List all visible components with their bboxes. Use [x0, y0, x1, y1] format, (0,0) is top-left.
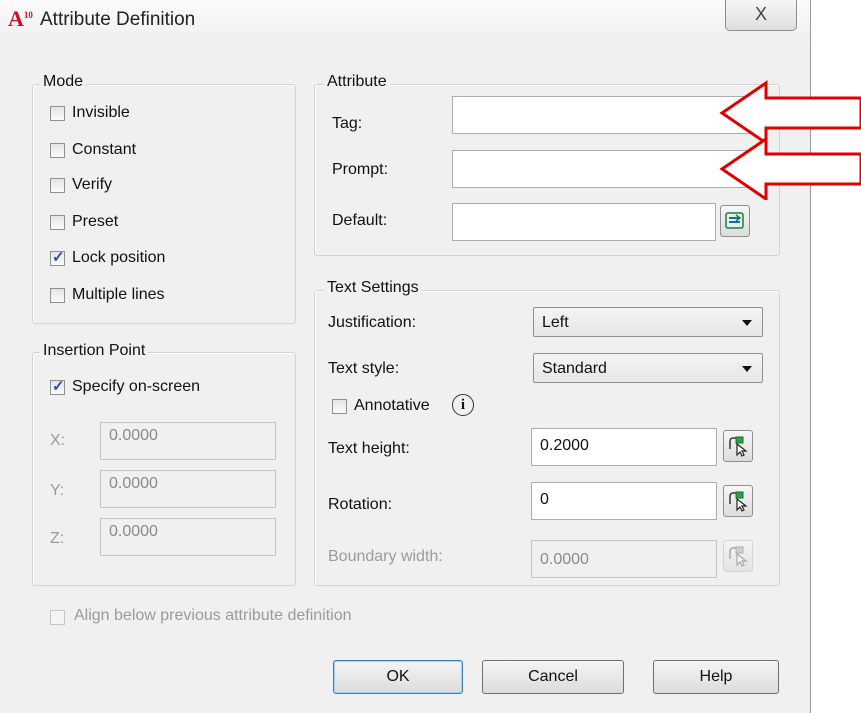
annotative-label: Annotative — [354, 397, 430, 414]
text-style-label: Text style: — [328, 360, 400, 377]
text-settings-group-label: Text Settings — [324, 279, 422, 297]
ok-button[interactable]: OK — [333, 660, 463, 694]
boundary-width-label: Boundary width: — [328, 548, 443, 565]
arrow-to-prompt-icon — [719, 136, 861, 200]
invisible-label: Invisible — [72, 104, 130, 121]
pick-point-icon — [729, 491, 748, 512]
insert-field-icon — [725, 212, 744, 229]
default-label: Default: — [332, 212, 388, 229]
y-label: Y: — [50, 482, 65, 499]
lock-position-label: Lock position — [72, 249, 166, 266]
window-title: Attribute Definition — [40, 9, 196, 30]
y-field[interactable]: 0.0000 — [100, 470, 276, 508]
text-height-input[interactable]: 0.2000 — [531, 428, 717, 466]
chevron-down-icon — [742, 320, 752, 326]
mode-group-label: Mode — [40, 73, 87, 91]
arrow-to-tag-icon — [719, 80, 861, 146]
rotation-label: Rotation: — [328, 496, 393, 513]
specify-on-screen-label: Specify on-screen — [72, 378, 201, 395]
invisible-checkbox[interactable] — [50, 106, 65, 121]
rotation-pick-button[interactable] — [723, 485, 753, 517]
preset-checkbox[interactable] — [50, 215, 65, 230]
text-style-value: Standard — [542, 360, 607, 377]
pick-point-icon — [729, 546, 748, 567]
justification-dropdown[interactable]: Left — [533, 307, 763, 337]
preset-label: Preset — [72, 213, 119, 230]
constant-label: Constant — [72, 141, 137, 158]
pick-point-icon — [729, 436, 748, 457]
verify-checkbox[interactable] — [50, 178, 65, 193]
default-input[interactable] — [452, 203, 716, 241]
insert-field-button[interactable] — [720, 205, 750, 237]
title-bar: A10 Attribute Definition X — [0, 0, 810, 44]
attribute-group-label: Attribute — [324, 73, 390, 91]
text-height-label: Text height: — [328, 440, 410, 457]
autocad-app-icon: A10 — [8, 6, 33, 31]
close-button[interactable]: X — [725, 0, 797, 31]
multiple-lines-checkbox[interactable] — [50, 288, 65, 303]
z-label: Z: — [50, 530, 65, 547]
help-button[interactable]: Help — [653, 660, 779, 694]
annotative-checkbox[interactable] — [332, 399, 347, 414]
text-style-dropdown[interactable]: Standard — [533, 353, 763, 383]
chevron-down-icon — [742, 366, 752, 372]
tag-label: Tag: — [332, 115, 363, 132]
annotation-arrows — [719, 80, 861, 200]
specify-on-screen-checkbox[interactable] — [50, 377, 65, 395]
boundary-width-input[interactable]: 0.0000 — [531, 540, 717, 578]
constant-checkbox[interactable] — [50, 143, 65, 158]
align-below-checkbox[interactable] — [50, 610, 65, 625]
z-field[interactable]: 0.0000 — [100, 518, 276, 556]
lock-position-checkbox[interactable] — [50, 248, 65, 266]
info-icon[interactable]: i — [452, 394, 474, 416]
justification-value: Left — [542, 314, 569, 331]
insertion-point-group-label: Insertion Point — [40, 342, 149, 360]
align-below-label: Align below previous attribute definitio… — [74, 607, 352, 624]
text-height-pick-button[interactable] — [723, 430, 753, 462]
boundary-width-pick-button[interactable] — [723, 540, 753, 572]
verify-label: Verify — [72, 176, 113, 193]
x-field[interactable]: 0.0000 — [100, 422, 276, 460]
prompt-label: Prompt: — [332, 161, 389, 178]
rotation-input[interactable]: 0 — [531, 482, 717, 520]
x-label: X: — [50, 432, 66, 449]
multiple-lines-label: Multiple lines — [72, 286, 165, 303]
justification-label: Justification: — [328, 314, 417, 331]
close-icon: X — [754, 4, 767, 24]
attribute-definition-dialog: A10 Attribute Definition X Mode Invisibl… — [0, 0, 811, 713]
cancel-button[interactable]: Cancel — [482, 660, 624, 694]
